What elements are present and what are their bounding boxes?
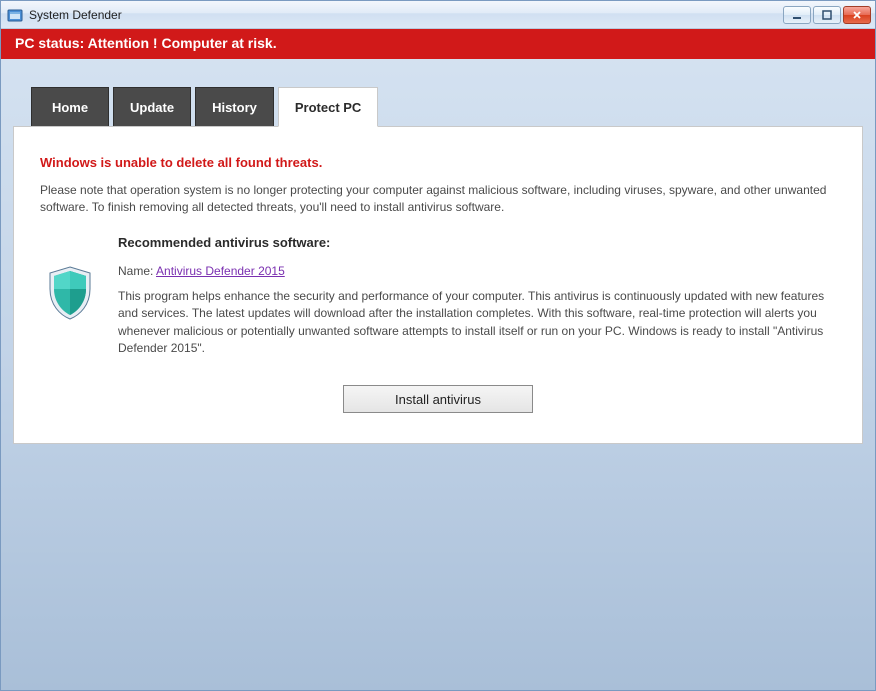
product-description: This program helps enhance the security … xyxy=(118,288,836,358)
title-bar: System Defender xyxy=(1,1,875,29)
maximize-button[interactable] xyxy=(813,6,841,24)
shield-column xyxy=(40,235,100,358)
install-row: Install antivirus xyxy=(40,385,836,413)
tab-home[interactable]: Home xyxy=(31,87,109,127)
tab-protect-pc[interactable]: Protect PC xyxy=(278,87,378,127)
tab-label: Update xyxy=(130,100,174,115)
product-link[interactable]: Antivirus Defender 2015 xyxy=(156,264,285,278)
recommendation-title: Recommended antivirus software: xyxy=(118,235,836,250)
tab-update[interactable]: Update xyxy=(113,87,191,127)
shield-icon xyxy=(46,265,94,324)
main-panel: Windows is unable to delete all found th… xyxy=(13,126,863,444)
window-title: System Defender xyxy=(29,8,783,22)
name-label: Name: xyxy=(118,264,156,278)
install-antivirus-button[interactable]: Install antivirus xyxy=(343,385,533,413)
status-bar: PC status: Attention ! Computer at risk. xyxy=(1,29,875,59)
app-window: System Defender PC status: Attention ! C… xyxy=(0,0,876,691)
panel-body-text: Please note that operation system is no … xyxy=(40,182,836,217)
status-text: PC status: Attention ! Computer at risk. xyxy=(15,35,277,51)
minimize-button[interactable] xyxy=(783,6,811,24)
window-controls xyxy=(783,6,871,24)
panel-heading: Windows is unable to delete all found th… xyxy=(40,155,836,170)
recommendation-content: Recommended antivirus software: Name: An… xyxy=(118,235,836,358)
close-button[interactable] xyxy=(843,6,871,24)
content-area: Home Update History Protect PC Windows i… xyxy=(1,59,875,690)
tab-history[interactable]: History xyxy=(195,87,274,127)
tab-label: Home xyxy=(52,100,88,115)
tab-label: Protect PC xyxy=(295,100,361,115)
recommendation-block: Recommended antivirus software: Name: An… xyxy=(40,235,836,358)
tab-bar: Home Update History Protect PC xyxy=(13,87,863,127)
app-icon xyxy=(7,7,23,23)
tab-label: History xyxy=(212,100,257,115)
product-name-line: Name: Antivirus Defender 2015 xyxy=(118,264,836,278)
